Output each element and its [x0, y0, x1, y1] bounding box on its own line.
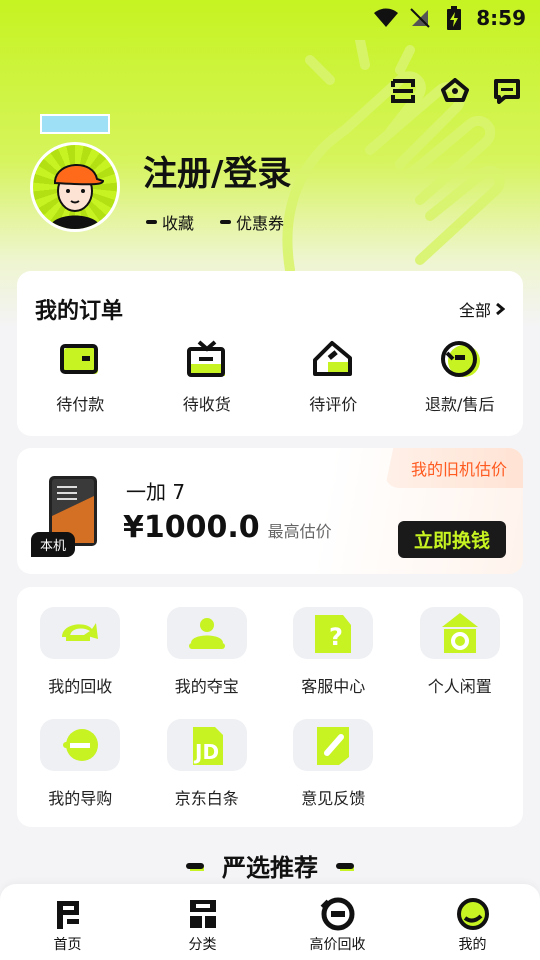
jd-icon: JD [166, 719, 247, 771]
coupons-link[interactable]: 优惠券 [220, 210, 284, 234]
service-my-recycle[interactable]: 我的回收 [17, 607, 144, 697]
avatar-group[interactable] [30, 114, 122, 238]
services-grid: 我的回收 我的夺宝 ? 客服中心 个人闲置 我的导购 JD 京东白条 意见反馈 [17, 607, 523, 809]
orders-card: 我的订单 全部 待付款 待收货 待评价 退款/售后 [17, 271, 523, 436]
service-label: 我的导购 [48, 789, 113, 808]
no-signal-icon [408, 6, 432, 30]
top-actions [388, 76, 522, 106]
coupons-label: 优惠券 [236, 214, 285, 233]
device-tag: 本机 [31, 532, 76, 557]
orders-all-link[interactable]: 全部 [459, 297, 505, 321]
category-icon [185, 896, 221, 932]
order-label: 待收货 [182, 395, 231, 414]
recycle-icon [40, 607, 121, 659]
tab-label: 首页 [53, 937, 82, 953]
order-refund[interactable]: 退款/售后 [397, 339, 524, 415]
dash-icon [146, 220, 157, 224]
status-time: 8:59 [476, 6, 526, 30]
message-icon[interactable] [492, 76, 522, 106]
dash-icon [220, 220, 232, 224]
recycle-tab-icon [320, 896, 356, 932]
chevron-right-icon [496, 302, 505, 316]
order-status-list: 待付款 待收货 待评价 退款/售后 [17, 339, 523, 415]
recommend-title: 严选推荐 [222, 854, 318, 882]
avatar-tag [40, 114, 110, 134]
idle-icon [419, 607, 500, 659]
profile-tab-icon [455, 896, 491, 932]
avatar-face-icon [49, 164, 105, 229]
service-my-treasure[interactable]: 我的夺宝 [144, 607, 271, 697]
device-name: 一加 7 [126, 480, 186, 504]
svg-text:?: ? [329, 623, 343, 651]
order-label: 待评价 [309, 395, 358, 414]
help-icon: ? [293, 607, 374, 659]
home-icon [50, 896, 86, 932]
price-row: ¥1000.0 最高估价 [123, 510, 332, 545]
tab-profile[interactable]: 我的 [405, 884, 540, 960]
wallet-icon [58, 339, 102, 379]
tab-label: 我的 [458, 937, 487, 953]
order-pending-review[interactable]: 待评价 [270, 339, 397, 415]
tab-label: 分类 [188, 937, 217, 953]
scan-icon[interactable] [388, 76, 418, 106]
estimated-price: ¥1000.0 [123, 510, 260, 545]
status-bar: 8:59 [0, 0, 540, 36]
settings-icon[interactable] [440, 76, 470, 106]
battery-charging-icon [442, 6, 466, 30]
order-label: 退款/售后 [425, 395, 495, 414]
tag-icon [311, 339, 355, 379]
avatar[interactable] [30, 142, 120, 232]
service-help-center[interactable]: ? 客服中心 [270, 607, 397, 697]
service-label: 我的回收 [48, 677, 113, 696]
service-label: 意见反馈 [301, 789, 366, 808]
service-jd-baitiao[interactable]: JD 京东白条 [144, 719, 271, 809]
tab-home[interactable]: 首页 [0, 884, 135, 960]
wifi-icon [374, 6, 399, 30]
order-pending-payment[interactable]: 待付款 [17, 339, 144, 415]
orders-title: 我的订单 [35, 299, 124, 324]
services-card: 我的回收 我的夺宝 ? 客服中心 个人闲置 我的导购 JD 京东白条 意见反馈 [17, 587, 523, 827]
refund-icon [438, 339, 482, 379]
login-link[interactable]: 注册/登录 [143, 146, 291, 195]
favorites-link[interactable]: 收藏 [146, 210, 194, 234]
tab-category[interactable]: 分类 [135, 884, 270, 960]
quick-links: 收藏 优惠券 [146, 210, 284, 234]
service-label: 京东白条 [174, 789, 239, 808]
price-note: 最高估价 [267, 522, 332, 541]
guide-icon [40, 719, 121, 771]
dash-icon [336, 862, 354, 871]
trade-in-banner[interactable]: 我的旧机估价 [384, 448, 523, 488]
service-label: 个人闲置 [427, 677, 492, 696]
order-pending-receipt[interactable]: 待收货 [144, 339, 271, 415]
recommend-header: 严选推荐 [0, 848, 540, 883]
favorites-label: 收藏 [162, 214, 195, 233]
tab-recycle[interactable]: 高价回收 [270, 884, 405, 960]
svg-text:JD: JD [193, 740, 219, 764]
treasure-icon [166, 607, 247, 659]
service-my-guide[interactable]: 我的导购 [17, 719, 144, 809]
service-label: 客服中心 [301, 677, 366, 696]
order-label: 待付款 [56, 395, 105, 414]
service-feedback[interactable]: 意见反馈 [270, 719, 397, 809]
tab-label: 高价回收 [309, 937, 366, 953]
bottom-tabbar: 首页 分类 高价回收 我的 [0, 884, 540, 960]
orders-all-label: 全部 [458, 301, 491, 320]
service-personal-idle[interactable]: 个人闲置 [397, 607, 524, 697]
trade-in-card[interactable]: 我的旧机估价 本机 一加 7 ¥1000.0 最高估价 立即换钱 [17, 448, 523, 574]
tv-box-icon [185, 339, 229, 379]
dash-icon [186, 862, 204, 871]
service-label: 我的夺宝 [174, 677, 239, 696]
cash-out-button[interactable]: 立即换钱 [398, 521, 506, 558]
feedback-icon [293, 719, 374, 771]
